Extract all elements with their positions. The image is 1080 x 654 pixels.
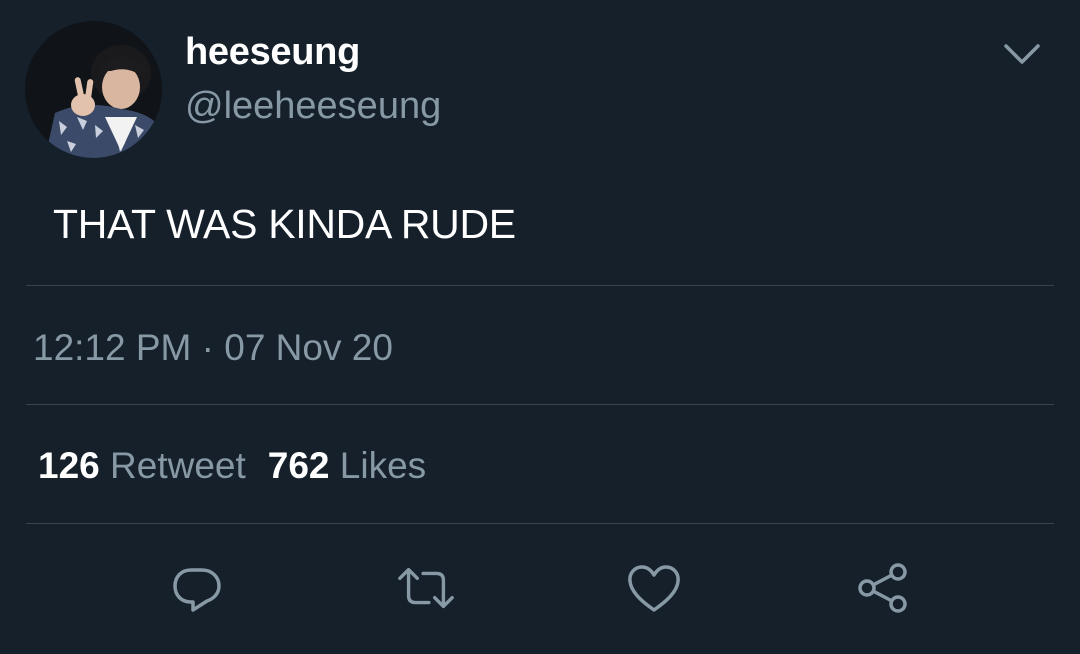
likes-stat[interactable]: 762 Likes: [268, 445, 426, 486]
likes-count: 762: [267, 445, 330, 486]
like-button[interactable]: [624, 558, 684, 618]
tweet-detail: heeseung @leeheeseung THAT WAS KINDA RUD…: [0, 0, 1080, 654]
divider: [26, 285, 1054, 286]
chevron-down-icon: [1004, 44, 1040, 64]
divider: [26, 523, 1054, 524]
retweets-count: 126: [38, 445, 100, 486]
avatar-photo-icon: [25, 21, 162, 158]
user-handle[interactable]: @leeheeseung: [185, 84, 441, 128]
tweet-menu-button[interactable]: [1000, 36, 1044, 72]
retweets-label: Retweet: [110, 445, 246, 486]
like-icon: [628, 565, 680, 612]
display-name[interactable]: heeseung: [185, 30, 360, 74]
divider: [26, 404, 1054, 405]
likes-label: Likes: [339, 445, 427, 486]
tweet-timestamp[interactable]: 12:12 PM · 07 Nov 20: [33, 326, 393, 370]
tweet-stats: 126 Retweet 762 Likes: [38, 444, 426, 488]
avatar[interactable]: [25, 21, 162, 158]
tweet-text: THAT WAS KINDA RUDE: [53, 201, 516, 247]
reply-button[interactable]: [167, 558, 227, 618]
retweet-icon: [398, 567, 454, 609]
reply-icon: [173, 568, 221, 612]
retweets-stat[interactable]: 126 Retweet: [38, 445, 246, 486]
share-icon: [858, 563, 907, 613]
share-button[interactable]: [853, 558, 913, 618]
retweet-button[interactable]: [396, 558, 456, 618]
